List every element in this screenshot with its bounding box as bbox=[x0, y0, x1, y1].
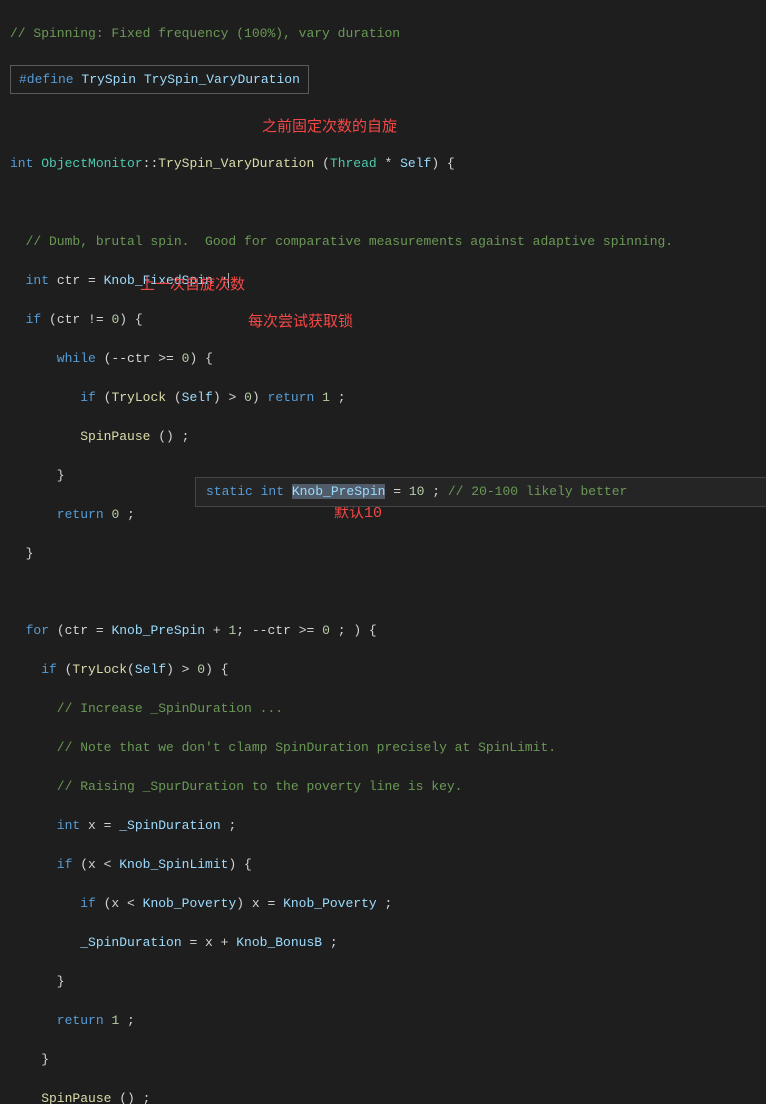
annotation-trylock: 每次尝试获取锁 bbox=[248, 312, 353, 335]
comment-line: // Spinning: Fixed frequency (100%), var… bbox=[10, 26, 400, 41]
annotation-fixed-spin: 之前固定次数的自旋 bbox=[262, 117, 397, 140]
annotation-prespin-count: 上一次自旋次数 bbox=[140, 275, 245, 298]
code-editor[interactable]: // Spinning: Fixed frequency (100%), var… bbox=[0, 0, 766, 1104]
hover-tooltip: static int Knob_PreSpin = 10 ; // 20-100… bbox=[195, 477, 766, 507]
tooltip-symbol: Knob_PreSpin bbox=[292, 484, 386, 499]
define-highlight-box: #define TrySpin TrySpin_VaryDuration bbox=[10, 65, 309, 95]
comment-line: // Dumb, brutal spin. Good for comparati… bbox=[10, 234, 673, 249]
